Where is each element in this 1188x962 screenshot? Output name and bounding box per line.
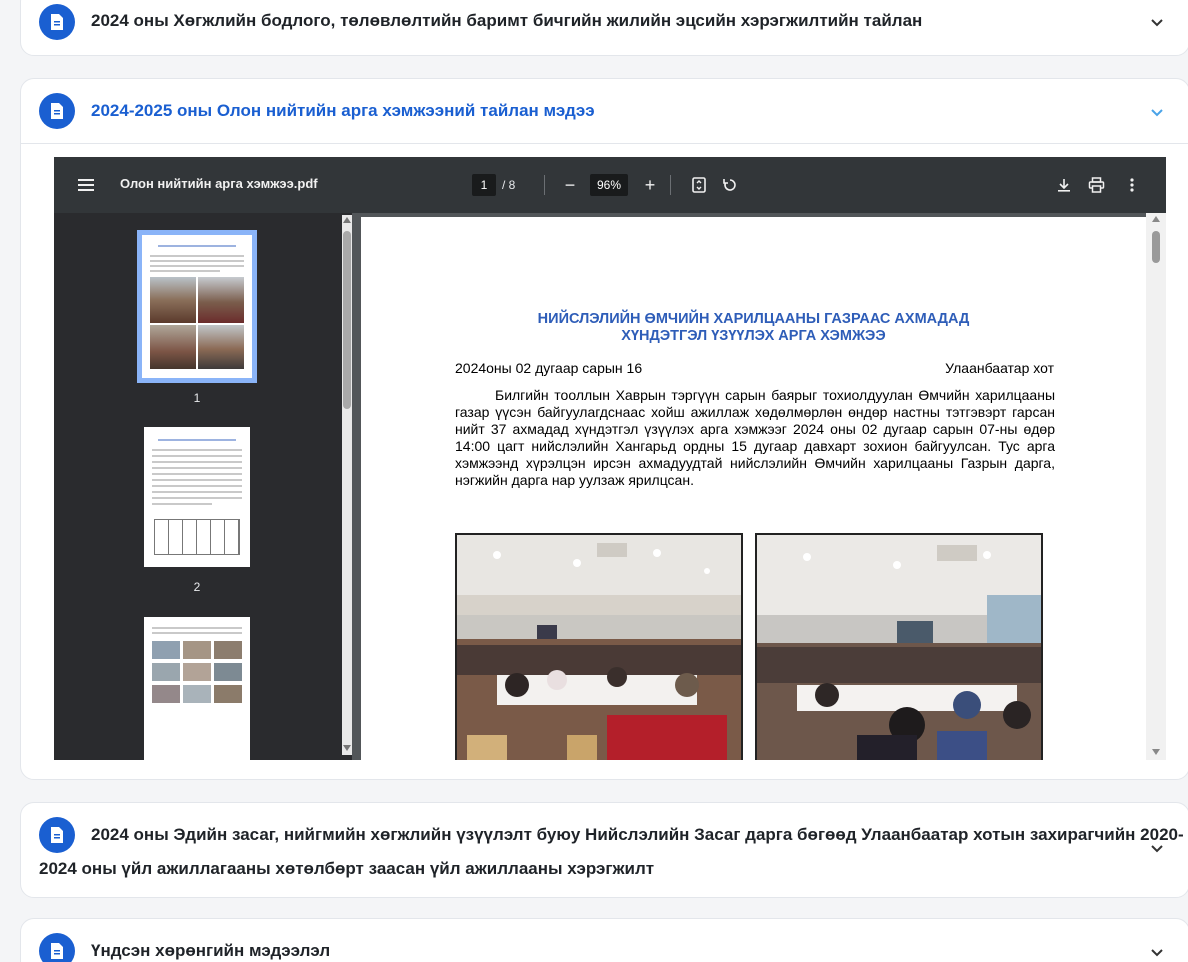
thumb-text-line	[152, 479, 242, 481]
accordion-title[interactable]: 2024 оны үйл ажиллагааны хөтөлбөрт зааса…	[39, 859, 654, 879]
event-photo	[455, 533, 743, 760]
page-total: / 8	[502, 178, 516, 192]
accordion-item-4[interactable]: Үндсэн хөрөнгийн мэдээлэл	[20, 918, 1188, 962]
page-thumbnail-2[interactable]	[144, 427, 250, 567]
rotate-icon[interactable]	[722, 177, 738, 193]
menu-icon[interactable]	[78, 178, 94, 192]
thumb-photo	[152, 663, 180, 681]
thumb-text-line	[150, 255, 244, 257]
thumb-photo	[214, 663, 242, 681]
thumb-photo	[198, 277, 244, 323]
accordion-item-1[interactable]: 2024 оны Хөгжлийн бодлого, төлөвлөлтийн …	[20, 0, 1188, 56]
document-icon	[39, 4, 75, 40]
thumbnail-number: 2	[193, 580, 201, 594]
chevron-down-icon[interactable]	[1149, 15, 1165, 31]
zoom-out-button[interactable]: −	[558, 173, 582, 197]
thumb-text-line	[152, 497, 242, 499]
document-city: Улаанбаатар хот	[945, 360, 1054, 376]
document-icon	[39, 93, 75, 129]
page-thumbnail-1[interactable]	[137, 230, 257, 383]
thumb-text-line	[150, 265, 244, 267]
thumb-photo	[183, 685, 211, 703]
thumb-text-line	[152, 467, 242, 469]
accordion-title-active[interactable]: 2024-2025 оны Олон нийтийн арга хэмжээни…	[91, 101, 595, 121]
page-scrollbar[interactable]	[1146, 213, 1166, 760]
document-body: Билгийн тооллын Хаврын тэргүүн сарын бая…	[455, 387, 1055, 488]
thumb-text-line	[152, 632, 242, 634]
print-icon[interactable]	[1088, 177, 1105, 193]
scroll-up-arrow[interactable]	[343, 217, 351, 223]
page-thumbnail-3[interactable]	[144, 617, 250, 760]
scroll-up-arrow[interactable]	[1152, 216, 1160, 222]
thumb-photo	[152, 685, 180, 703]
thumb-photo	[183, 641, 211, 659]
thumb-photo	[198, 325, 244, 369]
accordion-item-3[interactable]: 2024 оны Эдийн засаг, нийгмийн хөгжлийн …	[20, 802, 1188, 898]
thumb-text-line	[152, 627, 242, 629]
more-vert-icon[interactable]	[1130, 177, 1134, 193]
thumb-text-line	[152, 503, 212, 505]
divider	[670, 175, 671, 195]
thumb-table	[154, 519, 240, 555]
accordion-title[interactable]: 2024 оны Хөгжлийн бодлого, төлөвлөлтийн …	[91, 11, 922, 31]
thumbnail-number: 1	[193, 391, 201, 405]
scrollbar-thumb[interactable]	[343, 231, 351, 409]
thumb-text-line	[150, 270, 220, 272]
thumb-text-line	[150, 260, 244, 262]
thumb-photo	[214, 685, 242, 703]
document-title: НИЙСЛЭЛИЙН ӨМЧИЙН ХАРИЛЦААНЫ ГАЗРААС АХМ…	[537, 311, 970, 327]
thumb-text-line	[152, 485, 242, 487]
chevron-down-icon[interactable]	[1149, 105, 1165, 121]
page-number-input[interactable]: 1	[472, 174, 496, 196]
chevron-down-icon[interactable]	[1149, 945, 1165, 961]
thumb-photo	[150, 325, 196, 369]
thumb-photo	[214, 641, 242, 659]
thumb-text-line	[152, 455, 242, 457]
accordion-title[interactable]: 2024 оны Эдийн засаг, нийгмийн хөгжлийн …	[91, 825, 1184, 845]
divider	[544, 175, 545, 195]
zoom-input[interactable]: 96%	[590, 174, 628, 196]
document-icon	[39, 933, 75, 962]
scrollbar-thumb[interactable]	[1152, 231, 1160, 263]
document-page-area: НИЙСЛЭЛИЙН ӨМЧИЙН ХАРИЛЦААНЫ ГАЗРААС АХМ…	[354, 213, 1166, 760]
pdf-file-name: Олон нийтийн арга хэмжээ.pdf	[120, 176, 318, 191]
document-date: 2024оны 02 дугаар сарын 16	[455, 360, 643, 376]
sidebar-scrollbar[interactable]	[342, 215, 352, 755]
thumb-photo	[183, 663, 211, 681]
scroll-down-arrow[interactable]	[343, 745, 351, 751]
thumb-text-line	[152, 461, 242, 463]
thumb-text-line	[152, 449, 242, 451]
thumb-text-line	[152, 473, 242, 475]
thumb-text-line	[152, 491, 242, 493]
document-title: ХҮНДЭТГЭЛ ҮЗҮҮЛЭХ АРГА ХЭМЖЭЭ	[621, 328, 886, 344]
thumbnail-sidebar: 1 2	[54, 213, 352, 760]
thumb-text-line	[158, 245, 236, 247]
thumb-photo	[152, 641, 180, 659]
divider	[21, 143, 1188, 144]
document-page: НИЙСЛЭЛИЙН ӨМЧИЙН ХАРИЛЦААНЫ ГАЗРААС АХМ…	[361, 217, 1146, 760]
pdf-toolbar: Олон нийтийн арга хэмжээ.pdf 1 / 8 − 96%…	[54, 157, 1166, 213]
document-icon	[39, 817, 75, 853]
pdf-viewer: Олон нийтийн арга хэмжээ.pdf 1 / 8 − 96%…	[54, 157, 1166, 760]
scroll-down-arrow[interactable]	[1152, 749, 1160, 755]
thumb-photo	[150, 277, 196, 323]
download-icon[interactable]	[1056, 177, 1072, 193]
fit-page-icon[interactable]	[691, 177, 707, 193]
chevron-down-icon[interactable]	[1149, 841, 1165, 857]
accordion-title[interactable]: Үндсэн хөрөнгийн мэдээлэл	[91, 941, 330, 961]
thumb-text-line	[158, 439, 236, 441]
event-photo	[755, 533, 1043, 760]
zoom-in-button[interactable]: +	[638, 173, 662, 197]
